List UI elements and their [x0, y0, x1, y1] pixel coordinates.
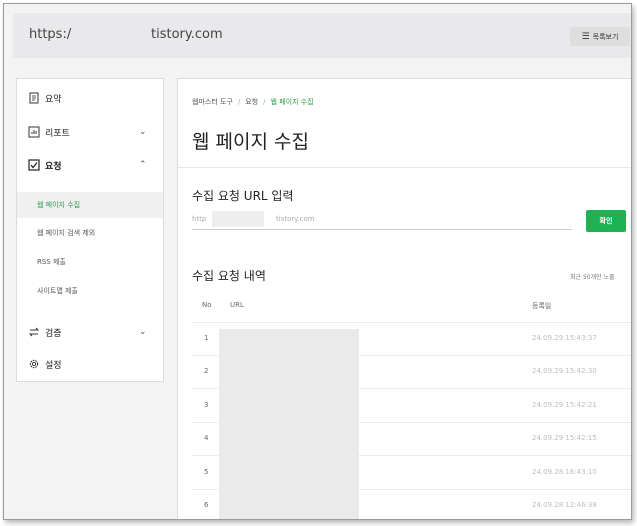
sidebar-item-label: 요청: [45, 161, 62, 172]
row-divider: [192, 455, 631, 456]
url-input[interactable]: http tistory.com: [192, 211, 572, 230]
sidebar: 요약 리포트 ⌄ 요청 ⌃ 웹 페이지 수집 웹 페이지 검색 제외 RSS 제…: [16, 78, 164, 382]
sidebar-subitem-label: 웹 페이지 수집: [37, 201, 81, 209]
sidebar-item-summary[interactable]: 요약: [17, 87, 163, 109]
checkbox-icon: [28, 159, 40, 171]
gear-icon: [29, 359, 39, 369]
url-section-title: 수집 요청 URL 입력: [192, 189, 294, 203]
breadcrumb-item[interactable]: 웹마스터 도구: [192, 98, 233, 106]
chevron-up-icon: ⌃: [139, 160, 147, 170]
row-divider: [192, 355, 631, 356]
sidebar-item-verify[interactable]: 검증 ⌄: [17, 321, 163, 343]
document-icon: [29, 92, 39, 104]
row-no: 6: [204, 501, 209, 509]
row-date: 24.09.29 15:42:21: [532, 401, 597, 409]
chevron-down-icon: ⌄: [139, 127, 147, 137]
row-date: 24.09.28 12:46:38: [532, 501, 597, 509]
breadcrumb: 웹마스터 도구 / 요청 / 웹 페이지 수집: [192, 98, 314, 106]
row-date: 24.09.29 15:42:15: [532, 434, 597, 442]
url-input-suffix: tistory.com: [276, 215, 315, 223]
chart-icon: [28, 126, 40, 138]
recent-note: 최근 50개만 노출: [570, 274, 615, 281]
sidebar-item-settings[interactable]: 설정: [17, 353, 163, 375]
main-content: 웹마스터 도구 / 요청 / 웹 페이지 수집 웹 페이지 수집 수집 요청 URL 입…: [177, 78, 631, 519]
row-divider: [192, 388, 631, 389]
sidebar-item-label: 설정: [45, 360, 62, 371]
sidebar-item-label: 리포트: [45, 128, 70, 139]
list-view-button-label: 목록보기: [592, 32, 619, 41]
row-date: 24.09.29 15:43:37: [532, 334, 597, 342]
sidebar-subitem-label: 사이트맵 제출: [37, 287, 78, 295]
history-section-title: 수집 요청 내역: [192, 269, 266, 283]
sidebar-subitem-rss[interactable]: RSS 제출: [17, 249, 163, 275]
row-no: 3: [204, 401, 209, 409]
sidebar-subitem-web-page-exclude[interactable]: 웹 페이지 검색 제외: [17, 220, 163, 246]
browser-frame: https:/ tistory.com ☰ 목록보기 요약 리포트 ⌄ 요청 ⌃…: [3, 3, 632, 520]
site-header: https:/ tistory.com ☰ 목록보기: [13, 13, 631, 58]
sidebar-subitem-label: 웹 페이지 검색 제외: [37, 229, 96, 237]
confirm-button[interactable]: 확인: [586, 210, 626, 232]
row-divider: [192, 489, 631, 490]
sidebar-item-report[interactable]: 리포트 ⌄: [17, 121, 163, 143]
row-no: 5: [204, 468, 209, 476]
row-no: 2: [204, 367, 209, 375]
column-header-no: No: [202, 301, 212, 309]
redacted-url-part: [96, 27, 146, 43]
row-date: 24.09.28 16:43:10: [532, 468, 597, 476]
redacted-url-column: [219, 329, 359, 519]
site-url-prefix: https:/: [29, 27, 72, 42]
list-view-button[interactable]: ☰ 목록보기: [570, 27, 630, 46]
sidebar-item-label: 검증: [45, 328, 62, 339]
row-no: 1: [204, 334, 209, 342]
column-header-date: 등록일: [532, 302, 552, 310]
breadcrumb-current: 웹 페이지 수집: [270, 98, 314, 106]
redacted-url-part: [212, 211, 264, 227]
chevron-down-icon: ⌄: [139, 327, 147, 337]
sidebar-item-request[interactable]: 요청 ⌃: [17, 154, 163, 176]
row-date: 24.09.29 15:42:30: [532, 367, 597, 375]
column-header-url: URL: [230, 301, 244, 309]
url-input-prefix: http: [192, 215, 207, 223]
sidebar-subitem-sitemap[interactable]: 사이트맵 제출: [17, 278, 163, 304]
row-no: 4: [204, 434, 209, 442]
site-url-suffix: tistory.com: [151, 27, 223, 42]
divider: [178, 167, 631, 168]
sidebar-item-label: 요약: [45, 94, 62, 105]
sidebar-subitem-web-page-collect[interactable]: 웹 페이지 수집: [17, 192, 163, 218]
sidebar-subitem-label: RSS 제출: [37, 258, 66, 266]
table-header-divider: [192, 322, 631, 323]
page-title: 웹 페이지 수집: [192, 131, 309, 153]
breadcrumb-item[interactable]: 요청: [245, 98, 258, 106]
swap-icon: [28, 327, 40, 337]
list-icon: ☰: [581, 31, 590, 42]
row-divider: [192, 422, 631, 423]
